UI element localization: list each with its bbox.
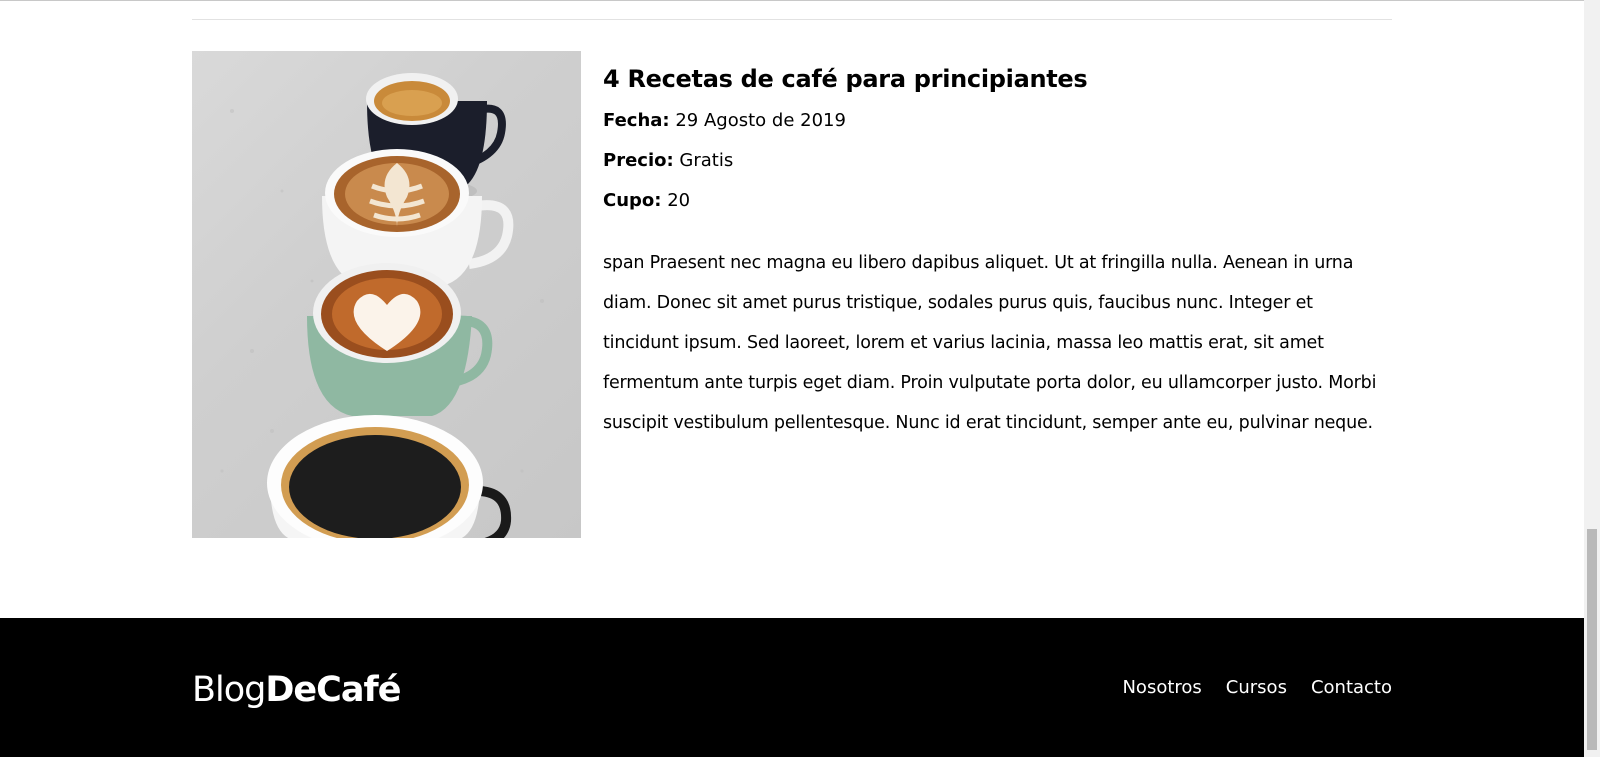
- black-coffee-cup: [267, 415, 512, 538]
- course-title: 4 Recetas de café para principiantes: [603, 65, 1088, 93]
- site-footer: BlogDeCafé Nosotros Cursos Contacto: [0, 618, 1584, 757]
- logo-light-text: Blog: [192, 670, 266, 710]
- logo-bold-text: DeCafé: [265, 670, 401, 710]
- course-image: [192, 51, 581, 538]
- course-date: Fecha: 29 Agosto de 2019: [603, 109, 1392, 133]
- footer-logo[interactable]: BlogDeCafé: [192, 668, 401, 712]
- footer-link-contacto[interactable]: Contacto: [1311, 676, 1392, 700]
- course-capacity: Cupo: 20: [603, 189, 1392, 213]
- vertical-scrollbar[interactable]: [1584, 0, 1600, 757]
- capacity-label: Cupo:: [603, 190, 662, 211]
- section-divider: [192, 19, 1392, 20]
- course-description: span Praesent nec magna eu libero dapibu…: [603, 253, 1377, 433]
- page: 4 Recetas de café para principiantes Fec…: [0, 0, 1584, 757]
- date-label: Fecha:: [603, 110, 670, 131]
- price-label: Precio:: [603, 150, 674, 171]
- heart-latte-cup: [307, 263, 493, 416]
- date-value: 29 Agosto de 2019: [675, 110, 846, 131]
- top-border: [0, 0, 1584, 1]
- price-value: Gratis: [679, 150, 734, 171]
- course-card: 4 Recetas de café para principiantes Fec…: [192, 51, 1392, 538]
- latte-cup: [322, 149, 514, 286]
- scrollbar-thumb[interactable]: [1587, 529, 1597, 750]
- footer-link-nosotros[interactable]: Nosotros: [1122, 676, 1201, 700]
- course-price: Precio: Gratis: [603, 149, 1392, 173]
- footer-link-cursos[interactable]: Cursos: [1226, 676, 1287, 700]
- coffee-cups-illustration: [220, 73, 544, 538]
- capacity-value: 20: [667, 190, 691, 211]
- footer-nav: Nosotros Cursos Contacto: [1122, 676, 1392, 700]
- course-info: 4 Recetas de café para principiantes Fec…: [603, 51, 1392, 443]
